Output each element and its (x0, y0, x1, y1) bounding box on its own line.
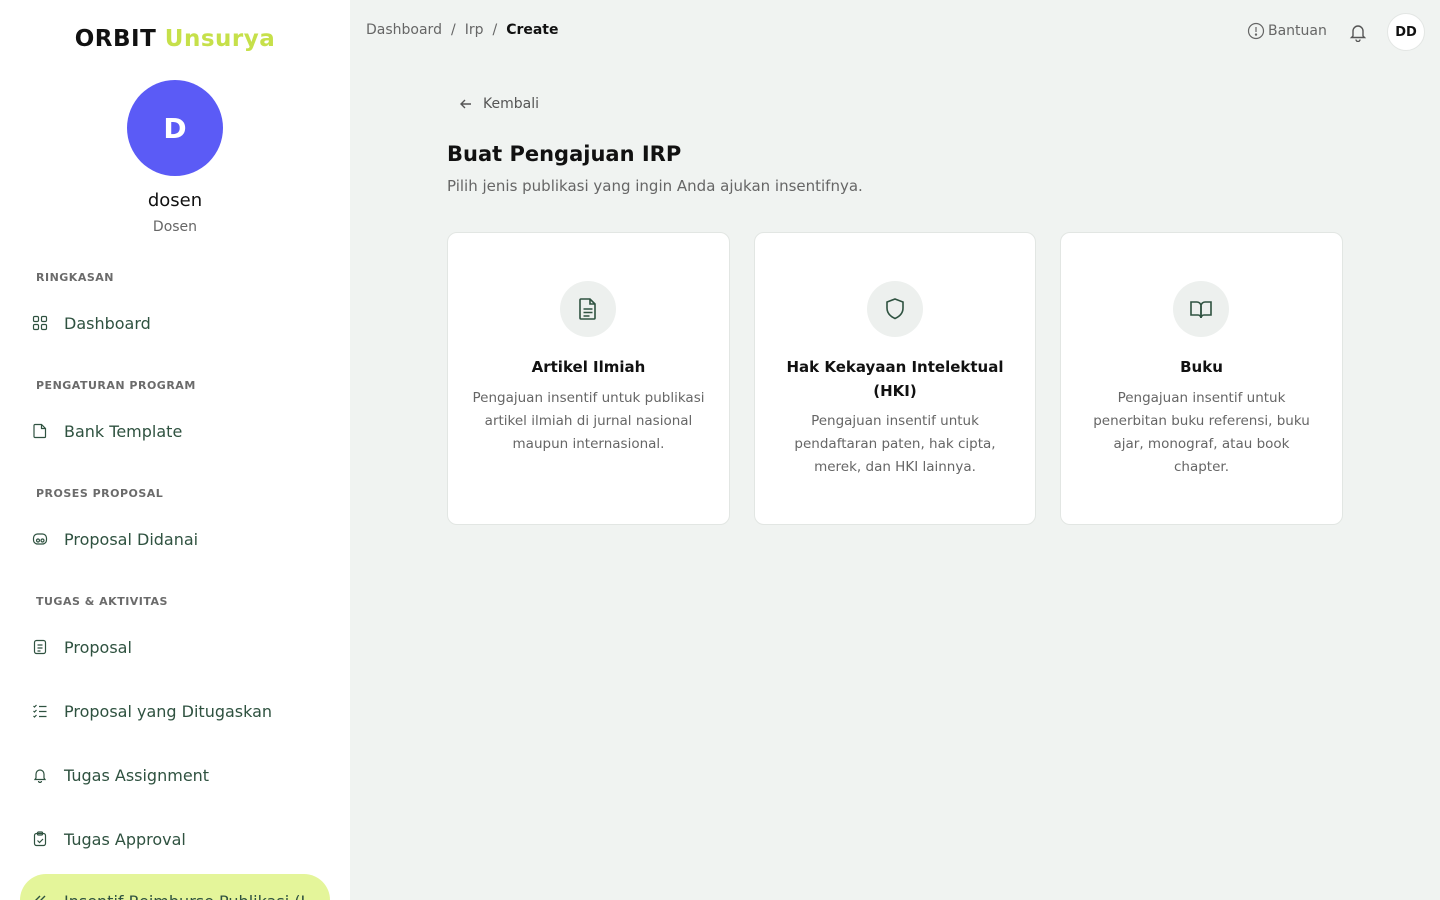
sidebar-item-tugas-assignment[interactable]: Tugas Assignment (20, 753, 330, 797)
info-circle-icon (1247, 22, 1268, 40)
back-label: Kembali (483, 96, 539, 112)
sidebar-item-dashboard[interactable]: Dashboard (20, 301, 330, 345)
sidebar-item-bank-template[interactable]: Bank Template (20, 409, 330, 453)
sidebar-item-tugas-approval[interactable]: Tugas Approval (20, 817, 330, 861)
breadcrumb-separator: / (492, 22, 498, 38)
brand-part-2: Unsurya (164, 26, 276, 52)
card-description: Pengajuan insentif untuk publikasi artik… (472, 390, 705, 452)
sidebar-item-insentif-reimburse-publikasi[interactable]: Insentif Reimburse Publikasi (I (20, 874, 330, 900)
sidebar-item-proposal-didanai[interactable]: Proposal Didanai (20, 517, 330, 561)
card-title: Buku (1180, 358, 1223, 376)
sidebar-item-label: Bank Template (64, 421, 183, 441)
funding-icon (32, 531, 48, 547)
breadcrumb-item-dashboard[interactable]: Dashboard (366, 22, 442, 38)
document-icon (32, 639, 48, 655)
sidebar-item-label: Dashboard (64, 313, 151, 333)
clipboard-check-icon (32, 831, 48, 847)
breadcrumb-separator: / (450, 22, 456, 38)
card-title: Hak Kekayaan Intelektual (HKI) (786, 358, 1004, 400)
breadcrumb-item-irp[interactable]: Irp (465, 22, 484, 38)
shield-icon (867, 281, 923, 337)
sidebar-item-label: Proposal yang Ditugaskan (64, 701, 273, 721)
arrow-left-icon (459, 97, 483, 111)
sidebar-item-proposal-ditugaskan[interactable]: Proposal yang Ditugaskan (20, 689, 330, 733)
back-button[interactable]: Kembali (459, 96, 539, 112)
sidebar-item-label: Proposal Didanai (64, 529, 199, 549)
section-label-ringkasan: RINGKASAN (36, 271, 114, 284)
brand-part-1: ORBIT (74, 26, 157, 52)
page-subtitle: Pilih jenis publikasi yang ingin Anda aj… (447, 177, 863, 195)
help-label: Bantuan (1268, 23, 1327, 39)
notification-bell-icon[interactable] (1348, 22, 1368, 43)
document-icon (560, 281, 616, 337)
sidebar-item-label: Tugas Assignment (64, 765, 210, 785)
folder-icon (32, 423, 48, 439)
card-hki[interactable]: Hak Kekayaan Intelektual (HKI) Pengajuan… (754, 232, 1036, 525)
list-check-icon (32, 703, 48, 719)
sidebar-item-label: Proposal (64, 637, 132, 657)
book-open-icon (1173, 281, 1229, 337)
sidebar: ORBIT Unsurya D dosen Dosen RINGKASAN Da… (0, 0, 350, 900)
bell-icon (32, 767, 48, 783)
breadcrumb-current: Create (506, 22, 559, 38)
brand-logo[interactable]: ORBIT Unsurya (0, 26, 350, 52)
grid-icon (32, 315, 48, 331)
user-name: dosen (147, 190, 203, 211)
section-label-tugas-aktivitas: TUGAS & AKTIVITAS (36, 595, 168, 608)
page-title: Buat Pengajuan IRP (447, 142, 682, 166)
card-buku[interactable]: Buku Pengajuan insentif untuk penerbitan… (1060, 232, 1343, 525)
help-button[interactable]: Bantuan (1247, 22, 1327, 40)
section-label-pengaturan-program: PENGATURAN PROGRAM (36, 379, 196, 392)
double-chevron-icon (32, 892, 48, 900)
user-role: Dosen (152, 219, 198, 235)
sidebar-item-proposal[interactable]: Proposal (20, 625, 330, 669)
card-description: Pengajuan insentif untuk penerbitan buku… (1093, 390, 1310, 475)
card-title: Artikel Ilmiah (531, 358, 646, 376)
card-artikel-ilmiah[interactable]: Artikel Ilmiah Pengajuan insentif untuk … (447, 232, 730, 525)
user-avatar-menu[interactable]: DD (1387, 13, 1425, 51)
user-avatar: D (127, 80, 223, 176)
sidebar-item-label: Tugas Approval (64, 829, 186, 849)
card-description: Pengajuan insentif untuk pendaftaran pat… (794, 413, 996, 475)
breadcrumb: Dashboard / Irp / Create (366, 22, 559, 38)
section-label-proses-proposal: PROSES PROPOSAL (36, 487, 164, 500)
sidebar-item-label: Insentif Reimburse Publikasi (I (64, 892, 305, 900)
